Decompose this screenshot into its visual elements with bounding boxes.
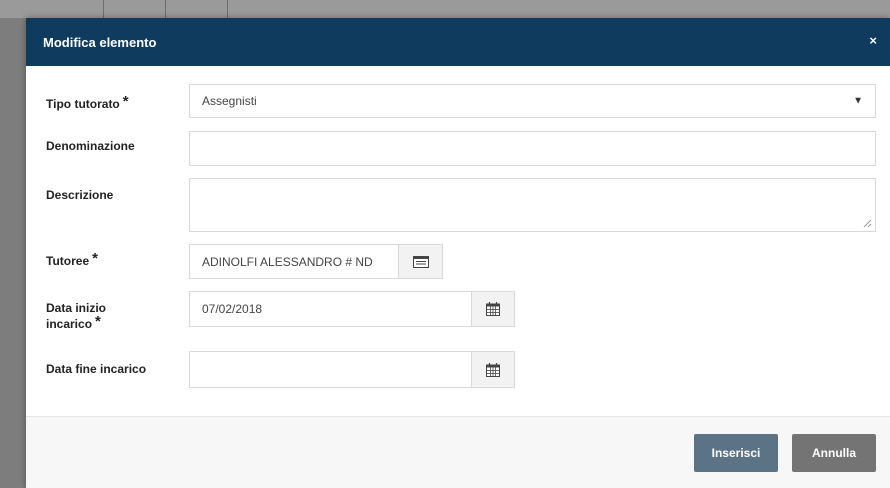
data-inizio-value: 07/02/2018 bbox=[202, 302, 263, 316]
data-inizio-label: Data inizio incarico * bbox=[46, 301, 107, 331]
chevron-down-icon: ▼ bbox=[853, 95, 863, 107]
descrizione-label: Descrizione bbox=[46, 188, 114, 202]
denominazione-label: Denominazione bbox=[46, 139, 135, 153]
required-asterisk: * bbox=[122, 93, 129, 110]
required-asterisk: * bbox=[95, 313, 101, 330]
resize-grip-icon[interactable] bbox=[863, 219, 872, 228]
calendar-icon bbox=[486, 362, 500, 377]
data-fine-label: Data fine incarico bbox=[46, 362, 147, 376]
data-inizio-input[interactable]: 07/02/2018 bbox=[189, 291, 472, 327]
dialog-header: Modifica elemento × bbox=[26, 18, 890, 66]
tutoree-label: Tutoree * bbox=[46, 250, 98, 268]
close-button[interactable]: × bbox=[869, 33, 877, 48]
tipo-tutorato-label: Tipo tutorato * bbox=[46, 93, 129, 111]
data-fine-input[interactable] bbox=[189, 351, 472, 388]
insert-button[interactable]: Inserisci bbox=[694, 434, 778, 472]
data-fine-calendar-button[interactable] bbox=[471, 351, 515, 388]
cancel-button[interactable]: Annulla bbox=[792, 434, 876, 472]
backdrop-divider bbox=[165, 0, 166, 18]
dialog-title: Modifica elemento bbox=[43, 35, 157, 50]
tutoree-value: ADINOLFI ALESSANDRO # ND bbox=[202, 254, 373, 269]
calendar-icon bbox=[486, 302, 500, 316]
tipo-tutorato-select[interactable]: Assegnisti ▼ bbox=[189, 84, 876, 118]
backdrop-divider bbox=[103, 0, 104, 18]
backdrop-divider bbox=[227, 0, 228, 18]
edit-element-dialog: Modifica elemento × Tipo tutorato * Asseg… bbox=[26, 18, 890, 488]
tutoree-lookup-button[interactable] bbox=[398, 244, 443, 279]
descrizione-textarea[interactable] bbox=[189, 178, 876, 232]
data-inizio-calendar-button[interactable] bbox=[471, 291, 515, 327]
tutoree-input[interactable]: ADINOLFI ALESSANDRO # ND bbox=[189, 244, 399, 279]
list-card-icon bbox=[412, 255, 429, 268]
tipo-tutorato-value: Assegnisti bbox=[202, 94, 257, 108]
backdrop-toolbar bbox=[0, 0, 890, 18]
denominazione-input[interactable] bbox=[189, 131, 876, 166]
required-asterisk: * bbox=[92, 250, 98, 267]
